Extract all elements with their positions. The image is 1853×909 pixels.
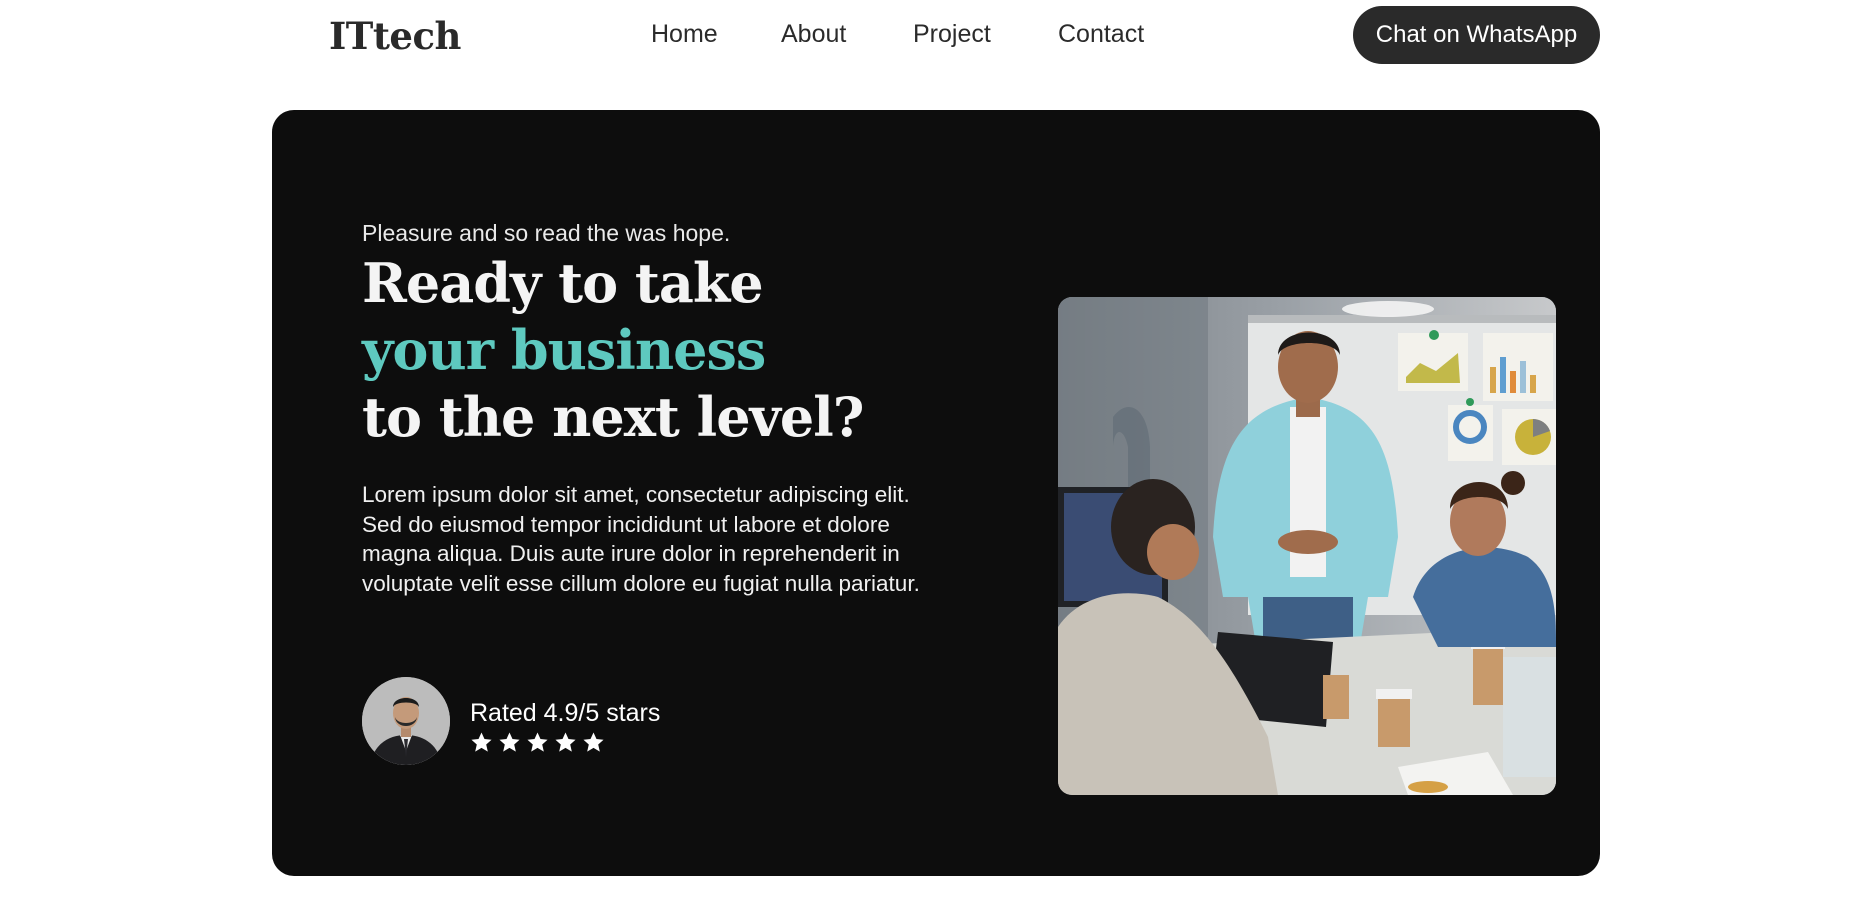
hero-team-photo bbox=[1058, 297, 1556, 795]
star-icon bbox=[555, 732, 576, 752]
headline-line-3: to the next level? bbox=[362, 385, 864, 449]
nav-about[interactable]: About bbox=[781, 20, 846, 49]
logo[interactable]: ITtech bbox=[329, 14, 461, 58]
rating-block: Rated 4.9/5 stars bbox=[362, 677, 782, 767]
hero-eyebrow: Pleasure and so read the was hope. bbox=[362, 220, 731, 246]
hero-section: Pleasure and so read the was hope. Ready… bbox=[272, 110, 1600, 876]
chat-whatsapp-button[interactable]: Chat on WhatsApp bbox=[1353, 6, 1600, 64]
hero-headline: Ready to take your business to the next … bbox=[362, 250, 1002, 451]
headline-line-1: Ready to take bbox=[362, 251, 764, 315]
rating-text: Rated 4.9/5 stars bbox=[470, 699, 661, 727]
hero-description: Lorem ipsum dolor sit amet, consectetur … bbox=[362, 482, 920, 596]
star-rating bbox=[470, 731, 605, 754]
avatar bbox=[362, 677, 450, 765]
site-header: ITtech Home About Project Contact Chat o… bbox=[0, 0, 1853, 72]
star-icon bbox=[583, 732, 604, 752]
nav-project[interactable]: Project bbox=[913, 20, 991, 49]
nav-contact[interactable]: Contact bbox=[1058, 20, 1144, 49]
star-icon bbox=[499, 732, 520, 752]
star-icon bbox=[527, 732, 548, 752]
star-icon bbox=[471, 732, 492, 752]
nav-home[interactable]: Home bbox=[651, 20, 718, 49]
headline-line-2-accent: your business bbox=[362, 318, 766, 382]
